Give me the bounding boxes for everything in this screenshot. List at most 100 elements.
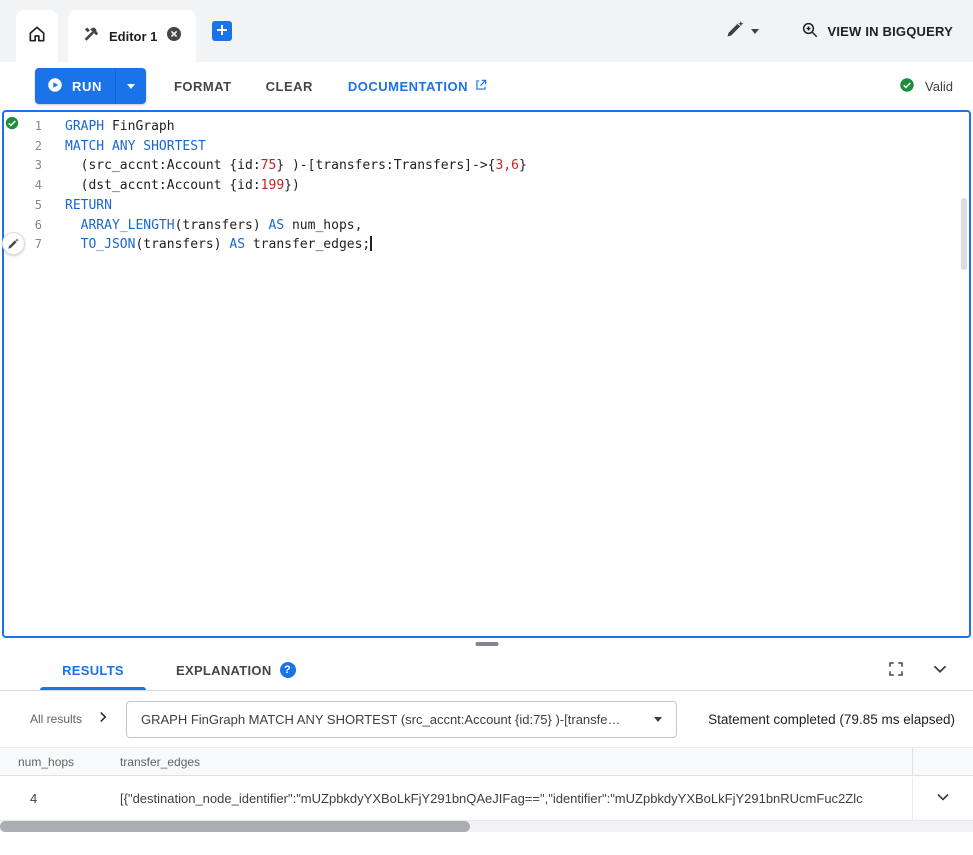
code-segment	[65, 218, 81, 233]
code-segment: AS	[229, 237, 245, 252]
code-line[interactable]: (dst_accnt:Account {id:199})	[65, 176, 527, 196]
inline-gemini-assist-button[interactable]	[2, 232, 25, 255]
explanation-label: EXPLANATION	[176, 663, 272, 678]
valid-label: Valid	[925, 79, 953, 94]
editor-toolbar: RUN FORMAT CLEAR DOCUMENTATION Valid	[0, 62, 973, 110]
code-segment: ARRAY_LENGTH	[81, 218, 175, 233]
code-segment: (dst_accnt:Account {id:	[65, 178, 261, 193]
code-line[interactable]: ARRAY_LENGTH(transfers) AS num_hops,	[65, 216, 527, 236]
panel-resize-handle[interactable]	[475, 642, 498, 646]
fullscreen-icon	[887, 660, 905, 681]
construction-icon	[82, 25, 100, 48]
code-segment: AS	[269, 218, 285, 233]
line-number: 5	[4, 196, 42, 216]
tabbar-right-actions: VIEW IN BIGQUERY	[725, 19, 973, 44]
code-segment: (transfers)	[175, 218, 269, 233]
table-row: 4[{"destination_node_identifier":"mUZpbk…	[0, 777, 973, 821]
editor-vertical-scrollbar[interactable]	[961, 198, 967, 270]
query-valid-status: Valid	[898, 76, 953, 97]
line-number: 2	[4, 137, 42, 157]
tab-editor-1[interactable]: Editor 1	[68, 10, 196, 62]
pen-spark-icon	[725, 19, 745, 44]
code-line[interactable]: MATCH ANY SHORTEST	[65, 137, 527, 157]
tab-label: Editor 1	[109, 29, 157, 44]
results-panel-actions	[887, 658, 973, 683]
open-in-new-icon	[474, 78, 488, 95]
code-segment: (transfers)	[135, 237, 229, 252]
header-spacer	[912, 748, 973, 775]
tab-results[interactable]: RESULTS	[40, 650, 146, 690]
home-icon	[27, 24, 47, 49]
line-number: 4	[4, 176, 42, 196]
bigquery-studio-editor: Editor 1 VIEW IN BIGQUERY	[0, 0, 973, 855]
caret-down-icon	[127, 84, 135, 89]
code-segment	[65, 237, 81, 252]
help-icon[interactable]: ?	[280, 662, 296, 678]
line-numbers: 1234567	[4, 117, 56, 636]
check-circle-icon	[898, 76, 916, 97]
code-segment: TO_JSON	[81, 237, 136, 252]
results-table-header-row: num_hopstransfer_edges	[0, 747, 973, 776]
view-in-bigquery-button[interactable]: VIEW IN BIGQUERY	[801, 21, 953, 42]
tab-bar: Editor 1 VIEW IN BIGQUERY	[0, 0, 973, 62]
gutter-valid-check-icon	[3, 114, 21, 137]
code-segment: } )-[transfers:Transfers]->{	[276, 158, 495, 173]
tab-explanation[interactable]: EXPLANATION ?	[166, 650, 306, 690]
code-segment: })	[284, 178, 300, 193]
caret-down-icon	[654, 717, 662, 722]
editor-scroll-area: 1234567 GRAPH FinGraphMATCH ANY SHORTEST…	[4, 112, 969, 636]
line-number: 3	[4, 156, 42, 176]
collapse-panel-button[interactable]	[929, 658, 951, 683]
results-tab-bar: RESULTS EXPLANATION ?	[0, 650, 973, 691]
fullscreen-button[interactable]	[887, 660, 905, 681]
code-line[interactable]: (src_accnt:Account {id:75} )-[transfers:…	[65, 156, 527, 176]
code-segment: }	[519, 158, 527, 173]
results-query-row: All results GRAPH FinGraph MATCH ANY SHO…	[0, 691, 973, 747]
selected-statement-text: GRAPH FinGraph MATCH ANY SHORTEST (src_a…	[141, 712, 644, 727]
sql-editor[interactable]: 1234567 GRAPH FinGraphMATCH ANY SHORTEST…	[2, 110, 971, 638]
play-circle-icon	[46, 76, 64, 97]
documentation-link[interactable]: DOCUMENTATION	[348, 78, 488, 95]
chevron-down-icon	[929, 658, 951, 683]
all-results-label: All results	[30, 712, 82, 726]
table-cell: 4	[0, 777, 102, 820]
horizontal-scrollbar-thumb[interactable]	[0, 821, 470, 832]
code-segment: GRAPH	[65, 119, 104, 134]
code-segment: RETURN	[65, 198, 112, 213]
run-label: RUN	[72, 79, 102, 94]
code-line[interactable]: GRAPH FinGraph	[65, 117, 527, 137]
documentation-label: DOCUMENTATION	[348, 79, 468, 94]
code-line[interactable]: RETURN	[65, 196, 527, 216]
caret-down-icon	[751, 29, 759, 34]
code-lines: GRAPH FinGraphMATCH ANY SHORTEST (src_ac…	[56, 117, 527, 636]
chevron-right-icon[interactable]	[94, 708, 112, 731]
clear-button[interactable]: CLEAR	[266, 79, 313, 94]
statement-select-dropdown[interactable]: GRAPH FinGraph MATCH ANY SHORTEST (src_a…	[126, 701, 677, 738]
run-split-button: RUN	[35, 68, 146, 104]
gemini-assist-menu-button[interactable]	[725, 19, 759, 44]
format-button[interactable]: FORMAT	[174, 79, 232, 94]
expand-row-button[interactable]	[912, 777, 973, 820]
code-segment: FinGraph	[104, 119, 174, 134]
results-table-header: num_hopstransfer_edges	[0, 748, 912, 775]
run-options-button[interactable]	[116, 68, 146, 104]
code-segment: 3,6	[495, 158, 518, 173]
column-header-num_hops: num_hops	[0, 755, 102, 769]
code-segment: 75	[261, 158, 277, 173]
chevron-down-icon	[933, 787, 953, 810]
add-tab-button[interactable]	[212, 21, 232, 41]
column-header-transfer_edges: transfer_edges	[102, 755, 912, 769]
home-tab[interactable]	[16, 10, 58, 62]
text-cursor	[370, 236, 372, 251]
run-button[interactable]: RUN	[35, 68, 115, 104]
close-tab-icon[interactable]	[166, 26, 182, 47]
bigquery-magnifier-icon	[801, 21, 819, 42]
code-line[interactable]: TO_JSON(transfers) AS transfer_edges;	[65, 235, 527, 255]
view-in-bigquery-label: VIEW IN BIGQUERY	[827, 24, 953, 39]
code-segment: num_hops,	[284, 218, 362, 233]
table-cell: [{"destination_node_identifier":"mUZpbkd…	[102, 777, 912, 820]
statement-status: Statement completed (79.85 ms elapsed)	[708, 712, 955, 727]
plus-icon	[215, 23, 229, 40]
code-segment: transfer_edges;	[245, 237, 370, 252]
code-segment: 199	[261, 178, 284, 193]
